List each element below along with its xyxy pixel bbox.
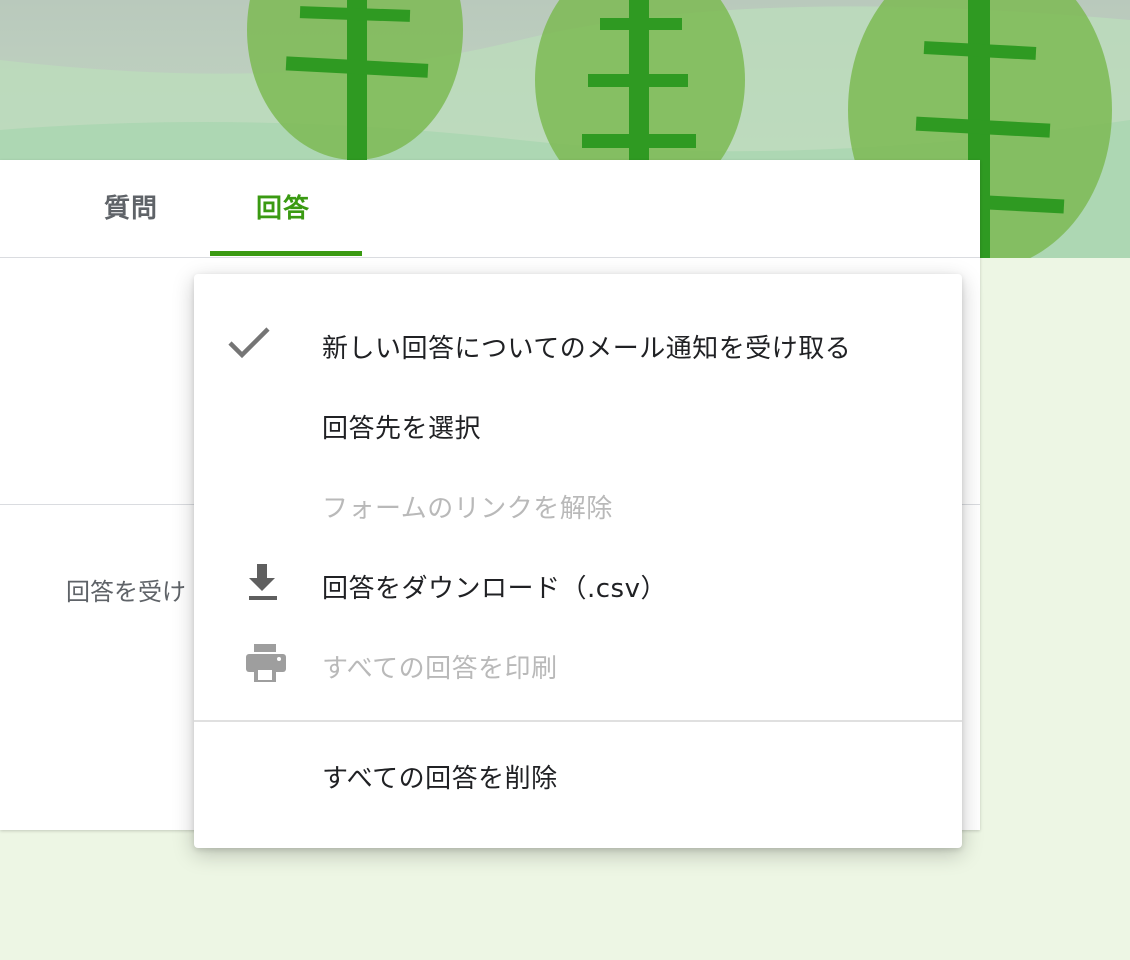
- menu-item-select-destination[interactable]: 回答先を選択: [194, 386, 962, 466]
- download-icon: [249, 564, 277, 600]
- tab-questions[interactable]: 質問: [104, 188, 158, 228]
- tab-responses[interactable]: 回答: [256, 188, 310, 228]
- active-tab-indicator: [210, 251, 362, 256]
- menu-item-label: 回答先を選択: [322, 414, 482, 444]
- menu-item-label: すべての回答を印刷: [322, 654, 558, 684]
- menu-item-unlink-form[interactable]: フォームのリンクを解除: [194, 466, 962, 546]
- responses-more-menu: 新しい回答についてのメール通知を受け取る 回答先を選択 フォームのリンクを解除 …: [194, 274, 962, 848]
- menu-item-print-all[interactable]: すべての回答を印刷: [194, 626, 962, 706]
- menu-item-delete-all[interactable]: すべての回答を削除: [194, 736, 962, 816]
- menu-item-email-notifications[interactable]: 新しい回答についてのメール通知を受け取る: [194, 306, 962, 386]
- menu-item-label: 回答をダウンロード（.csv）: [322, 574, 667, 604]
- menu-item-download-csv[interactable]: 回答をダウンロード（.csv）: [194, 546, 962, 626]
- check-icon: [228, 327, 270, 359]
- tab-bar: 質問 回答: [0, 160, 980, 258]
- menu-item-label: 新しい回答についてのメール通知を受け取る: [322, 334, 852, 364]
- menu-item-label: すべての回答を削除: [322, 764, 558, 794]
- accepting-responses-label: 回答を受け: [66, 578, 186, 606]
- menu-divider: [194, 720, 962, 722]
- print-icon: [246, 644, 286, 682]
- menu-item-label: フォームのリンクを解除: [322, 494, 613, 524]
